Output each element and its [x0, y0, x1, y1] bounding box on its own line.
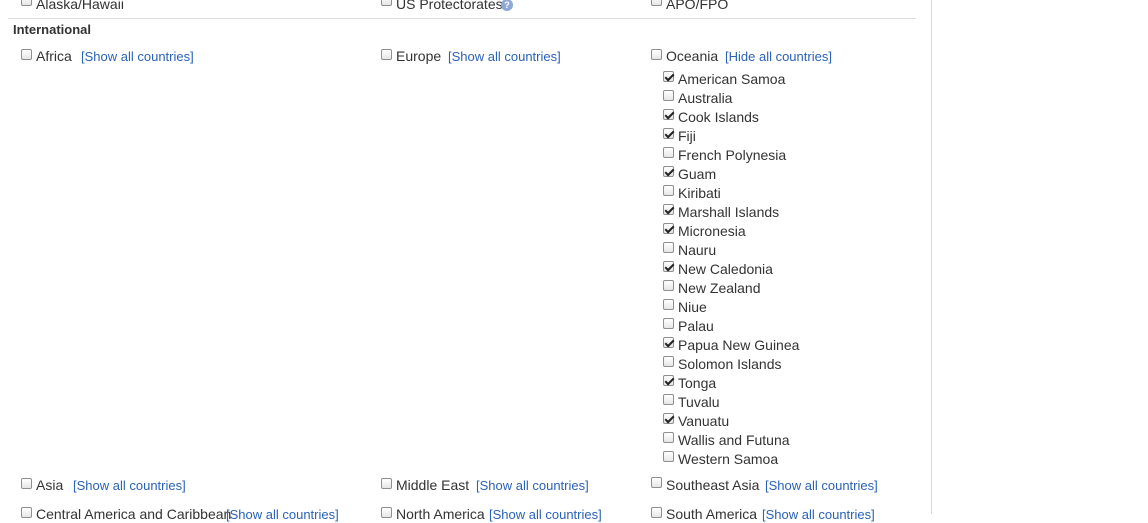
north-america-checkbox[interactable] [381, 507, 392, 518]
oceania-country-checkbox[interactable] [663, 223, 674, 234]
central-america-caribbean-checkbox[interactable] [21, 507, 32, 518]
oceania-country-label: Vanuatu [678, 413, 730, 429]
south-america-label: South America [666, 506, 758, 522]
international-heading: International [13, 22, 92, 37]
alaska-hawaii-checkbox[interactable] [21, 0, 32, 6]
oceania-country-checkbox[interactable] [663, 375, 674, 386]
oceania-country-label: New Zealand [678, 280, 761, 296]
oceania-country-label: Micronesia [678, 223, 746, 239]
oceania-country-checkbox[interactable] [663, 128, 674, 139]
southeast-asia-show-countries-link[interactable]: [Show all countries] [765, 478, 878, 494]
oceania-country-checkbox[interactable] [663, 147, 674, 158]
north-america-show-countries-link[interactable]: [Show all countries] [489, 507, 602, 523]
south-america-checkbox[interactable] [651, 507, 662, 518]
middle-east-checkbox[interactable] [381, 478, 392, 489]
us-protectorates-label: US Protectorates [396, 0, 503, 12]
oceania-country-checkbox[interactable] [663, 204, 674, 215]
oceania-country-checkbox[interactable] [663, 356, 674, 367]
oceania-country-label: Marshall Islands [678, 204, 780, 220]
africa-checkbox[interactable] [21, 49, 32, 60]
oceania-country-checkbox[interactable] [663, 242, 674, 253]
oceania-country-label: American Samoa [678, 71, 786, 87]
middle-east-show-countries-link[interactable]: [Show all countries] [476, 478, 589, 494]
oceania-country-checkbox[interactable] [663, 337, 674, 348]
oceania-country-label: Cook Islands [678, 109, 759, 125]
africa-label: Africa [36, 48, 72, 64]
oceania-country-checkbox[interactable] [663, 261, 674, 272]
north-america-label: North America [396, 506, 485, 522]
oceania-country-checkbox[interactable] [663, 432, 674, 443]
asia-checkbox[interactable] [21, 478, 32, 489]
oceania-country-checkbox[interactable] [663, 413, 674, 424]
europe-checkbox[interactable] [381, 49, 392, 60]
oceania-country-checkbox[interactable] [663, 280, 674, 291]
oceania-country-checkbox[interactable] [663, 71, 674, 82]
southeast-asia-checkbox[interactable] [651, 477, 662, 488]
oceania-country-label: Palau [678, 318, 714, 334]
us-protectorates-checkbox[interactable] [381, 0, 392, 6]
right-divider [931, 0, 932, 514]
oceania-country-label: Kiribati [678, 185, 721, 201]
oceania-country-checkbox[interactable] [663, 318, 674, 329]
apo-fpo-checkbox[interactable] [651, 0, 662, 6]
oceania-country-checkbox[interactable] [663, 166, 674, 177]
alaska-hawaii-label: Alaska/Hawaii [36, 0, 124, 12]
oceania-country-label: New Caledonia [678, 261, 773, 277]
apo-fpo-label: APO/FPO [666, 0, 729, 12]
oceania-country-label: French Polynesia [678, 147, 787, 163]
oceania-country-label: Fiji [678, 128, 696, 144]
europe-label: Europe [396, 48, 442, 64]
oceania-country-label: Western Samoa [678, 451, 779, 467]
middle-east-label: Middle East [396, 477, 470, 493]
oceania-country-label: Solomon Islands [678, 356, 782, 372]
africa-show-countries-link[interactable]: [Show all countries] [81, 49, 194, 65]
oceania-country-label: Tonga [678, 375, 717, 391]
asia-label: Asia [36, 477, 64, 493]
central-america-caribbean-label: Central America and Caribbean [36, 506, 232, 522]
oceania-country-label: Guam [678, 166, 717, 182]
help-icon[interactable]: ? [501, 0, 513, 11]
oceania-country-checkbox[interactable] [663, 185, 674, 196]
oceania-checkbox[interactable] [651, 49, 662, 60]
oceania-country-checkbox[interactable] [663, 299, 674, 310]
europe-show-countries-link[interactable]: [Show all countries] [448, 49, 561, 65]
oceania-country-label: Nauru [678, 242, 717, 258]
section-divider [8, 18, 916, 19]
oceania-country-label: Tuvalu [678, 394, 720, 410]
oceania-country-checkbox[interactable] [663, 394, 674, 405]
oceania-country-label: Australia [678, 90, 733, 106]
oceania-country-label: Wallis and Futuna [678, 432, 790, 448]
oceania-country-checkbox[interactable] [663, 90, 674, 101]
oceania-label: Oceania [666, 48, 719, 64]
oceania-country-label: Papua New Guinea [678, 337, 800, 353]
oceania-country-checkbox[interactable] [663, 109, 674, 120]
south-america-show-countries-link[interactable]: [Show all countries] [762, 507, 875, 523]
oceania-hide-countries-link[interactable]: [Hide all countries] [725, 49, 832, 65]
oceania-country-label: Niue [678, 299, 707, 315]
southeast-asia-label: Southeast Asia [666, 477, 760, 493]
central-america-show-countries-link[interactable]: [Show all countries] [226, 507, 339, 523]
oceania-country-checkbox[interactable] [663, 451, 674, 462]
asia-show-countries-link[interactable]: [Show all countries] [73, 478, 186, 494]
